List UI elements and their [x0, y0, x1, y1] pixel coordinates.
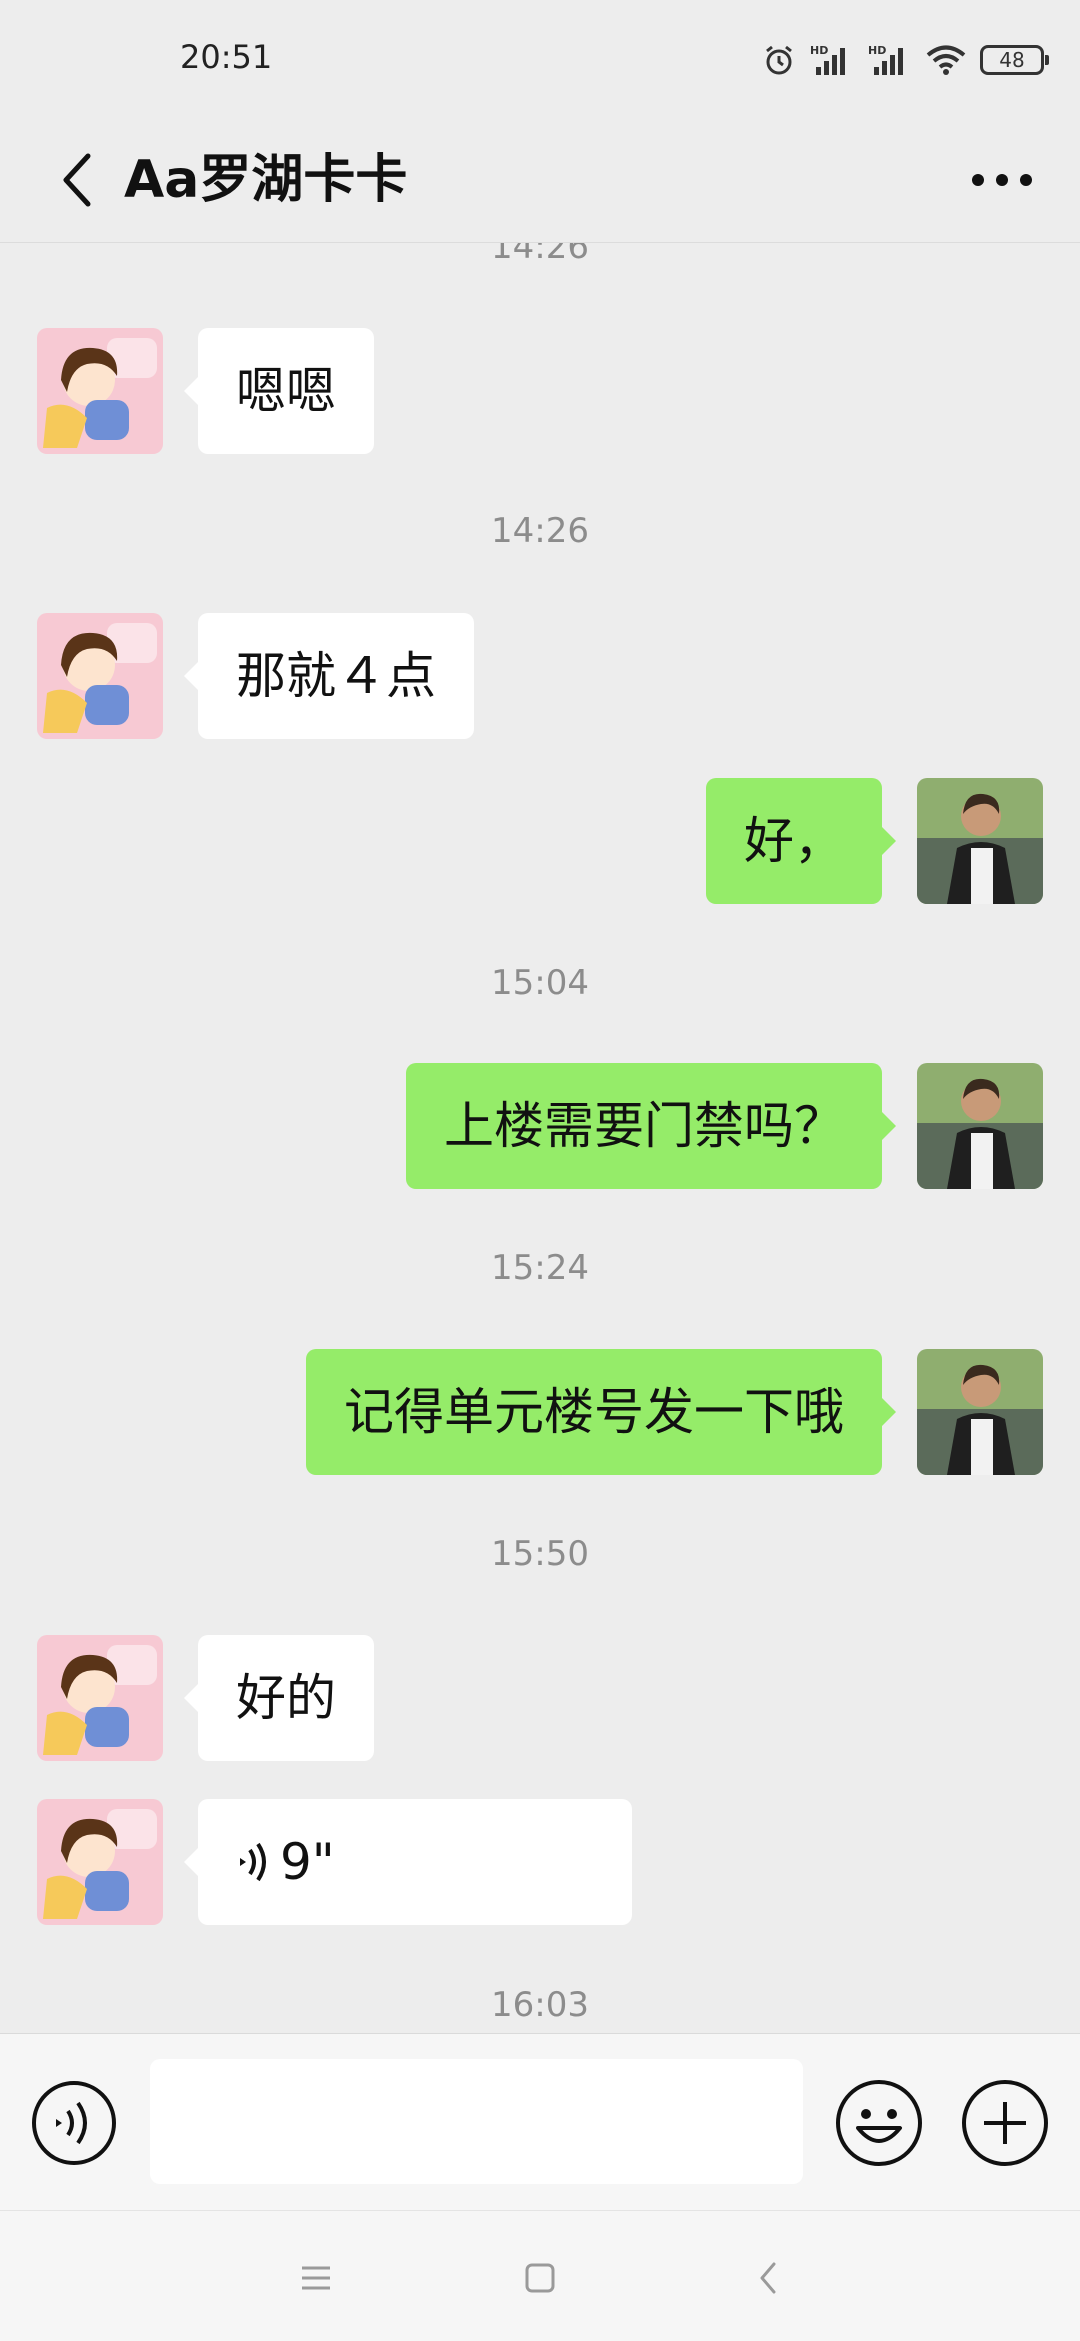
more-button[interactable]: [960, 138, 1044, 222]
time-divider: 14:26: [491, 511, 589, 551]
status-bar: 20:51 HD HD 48: [0, 0, 1080, 120]
chat-header: Aa罗湖卡卡: [0, 120, 1080, 243]
back-arrow-icon: [63, 153, 91, 207]
message-input[interactable]: [150, 2059, 803, 2184]
time-divider: 14:26: [491, 243, 589, 267]
back-icon: [760, 2262, 776, 2294]
more-icon: [972, 174, 1032, 186]
emoji-button[interactable]: [834, 2078, 924, 2168]
message-bubble-incoming[interactable]: 那就４点: [184, 613, 474, 739]
message-bubble-incoming[interactable]: 好的: [184, 1635, 374, 1761]
system-nav-bar: [0, 2210, 1080, 2341]
time-divider: 15:50: [491, 1534, 589, 1574]
contact-avatar[interactable]: [37, 1799, 163, 1925]
voice-input-button[interactable]: [30, 2079, 118, 2167]
message-bubble-outgoing[interactable]: 好，: [706, 778, 896, 904]
voice-playback-icon: [240, 1842, 266, 1882]
time-divider: 15:04: [491, 963, 589, 1003]
battery-level: 48: [999, 48, 1025, 72]
chat-title: Aa罗湖卡卡: [124, 150, 408, 210]
voice-duration: 9": [280, 1833, 335, 1891]
voice-message-bubble[interactable]: 9": [184, 1799, 632, 1925]
my-avatar[interactable]: [917, 778, 1043, 904]
my-avatar[interactable]: [917, 1349, 1043, 1475]
status-time: 20:51: [180, 38, 273, 76]
contact-avatar[interactable]: [37, 328, 163, 454]
nav-menu-button[interactable]: [281, 2243, 351, 2313]
message-list[interactable]: 14:26 嗯嗯 14:26 那就４点 好， 15:04 上楼需要门禁吗？ 15…: [0, 243, 1080, 2033]
svg-text:HD: HD: [810, 44, 828, 57]
nav-home-button[interactable]: [505, 2243, 575, 2313]
message-bubble-outgoing[interactable]: 上楼需要门禁吗？: [406, 1063, 896, 1189]
my-avatar[interactable]: [917, 1063, 1043, 1189]
battery-icon: 48: [980, 45, 1049, 75]
signal-hd-icon: HD: [810, 43, 854, 77]
signal-hd-icon: HD: [868, 43, 912, 77]
contact-avatar[interactable]: [37, 1635, 163, 1761]
input-bar: [0, 2033, 1080, 2211]
svg-text:HD: HD: [868, 44, 886, 57]
emoji-icon: [836, 2080, 922, 2166]
voice-input-icon: [32, 2081, 116, 2165]
plus-icon: [962, 2080, 1048, 2166]
alarm-icon: [762, 43, 796, 77]
time-divider: 15:24: [491, 1248, 589, 1288]
nav-back-button[interactable]: [733, 2243, 803, 2313]
message-bubble-outgoing[interactable]: 记得单元楼号发一下哦: [306, 1349, 896, 1475]
message-bubble-incoming[interactable]: 嗯嗯: [184, 328, 374, 454]
more-functions-button[interactable]: [960, 2078, 1050, 2168]
time-divider: 16:03: [491, 1985, 589, 2025]
back-button[interactable]: [36, 138, 120, 222]
home-icon: [525, 2263, 555, 2293]
menu-icon: [302, 2266, 330, 2290]
contact-avatar[interactable]: [37, 613, 163, 739]
status-icons: HD HD 48: [762, 38, 1049, 82]
wifi-icon: [926, 44, 966, 76]
